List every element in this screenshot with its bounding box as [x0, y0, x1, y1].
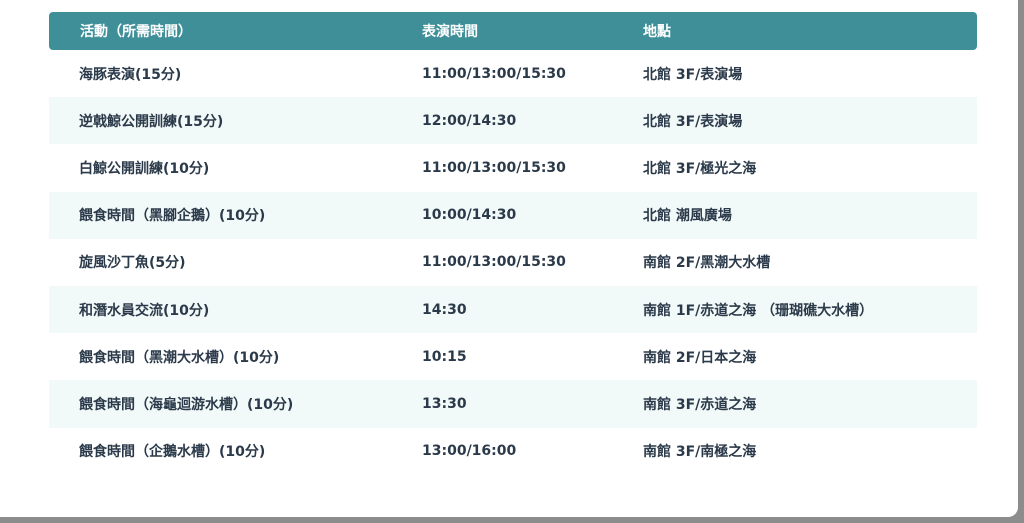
- time-cell: 10:00/14:30: [422, 207, 517, 224]
- location-cell: 南館 1F/赤道之海 （珊瑚礁大水槽）: [643, 302, 874, 319]
- location-cell: 南館 2F/日本之海: [643, 349, 757, 366]
- schedule-table: 活動（所需時間） 表演時間 地點 海豚表演(15分) 11:00/13:00/1…: [49, 12, 977, 475]
- header-activity: 活動（所需時間）: [80, 24, 192, 40]
- table-row: 海豚表演(15分) 11:00/13:00/15:30 北館 3F/表演場: [49, 50, 977, 97]
- table-row: 和潛水員交流(10分) 14:30 南館 1F/赤道之海 （珊瑚礁大水槽）: [49, 285, 977, 334]
- header-time: 表演時間: [422, 24, 478, 40]
- activity-cell: 餵食時間（海龜迴游水槽）(10分): [79, 396, 294, 413]
- table-row: 餵食時間（黑腳企鵝）(10分) 10:00/14:30 北館 潮風廣場: [49, 191, 977, 239]
- time-cell: 12:00/14:30: [422, 112, 517, 129]
- page: 活動（所需時間） 表演時間 地點 海豚表演(15分) 11:00/13:00/1…: [0, 0, 1018, 517]
- activity-cell: 逆戟鯨公開訓練(15分): [79, 113, 224, 130]
- table-row: 逆戟鯨公開訓練(15分) 12:00/14:30 北館 3F/表演場: [49, 97, 977, 145]
- table-row: 旋風沙丁魚(5分) 11:00/13:00/15:30 南館 2F/黑潮大水槽: [49, 239, 977, 286]
- location-cell: 北館 3F/表演場: [643, 113, 743, 130]
- table-row: 白鯨公開訓練(10分) 11:00/13:00/15:30 北館 3F/極光之海: [49, 144, 977, 191]
- location-cell: 北館 3F/極光之海: [643, 160, 757, 177]
- table-header-row: 活動（所需時間） 表演時間 地點: [49, 12, 977, 50]
- time-cell: 11:00/13:00/15:30: [422, 254, 566, 271]
- time-cell: 13:30: [422, 395, 467, 412]
- time-cell: 13:00/16:00: [422, 443, 517, 460]
- time-cell: 11:00/13:00/15:30: [422, 65, 566, 82]
- location-cell: 北館 潮風廣場: [643, 208, 732, 225]
- time-cell: 11:00/13:00/15:30: [422, 159, 566, 176]
- location-cell: 南館 2F/黑潮大水槽: [643, 255, 771, 272]
- activity-cell: 海豚表演(15分): [79, 66, 182, 83]
- activity-cell: 旋風沙丁魚(5分): [79, 255, 186, 272]
- header-location: 地點: [643, 24, 671, 40]
- activity-cell: 餵食時間（黑潮大水槽）(10分): [79, 349, 280, 366]
- activity-cell: 餵食時間（企鵝水槽）(10分): [79, 444, 266, 461]
- location-cell: 南館 3F/南極之海: [643, 444, 757, 461]
- time-cell: 14:30: [422, 301, 467, 318]
- activity-cell: 餵食時間（黑腳企鵝）(10分): [79, 208, 266, 225]
- table-row: 餵食時間（海龜迴游水槽）(10分) 13:30 南館 3F/赤道之海: [49, 380, 977, 428]
- table-row: 餵食時間（企鵝水槽）(10分) 13:00/16:00 南館 3F/南極之海: [49, 428, 977, 475]
- table-row: 餵食時間（黑潮大水槽）(10分) 10:15 南館 2F/日本之海: [49, 333, 977, 380]
- activity-cell: 白鯨公開訓練(10分): [79, 160, 210, 177]
- location-cell: 南館 3F/赤道之海: [643, 396, 757, 413]
- time-cell: 10:15: [422, 348, 467, 365]
- location-cell: 北館 3F/表演場: [643, 66, 743, 83]
- activity-cell: 和潛水員交流(10分): [79, 302, 210, 319]
